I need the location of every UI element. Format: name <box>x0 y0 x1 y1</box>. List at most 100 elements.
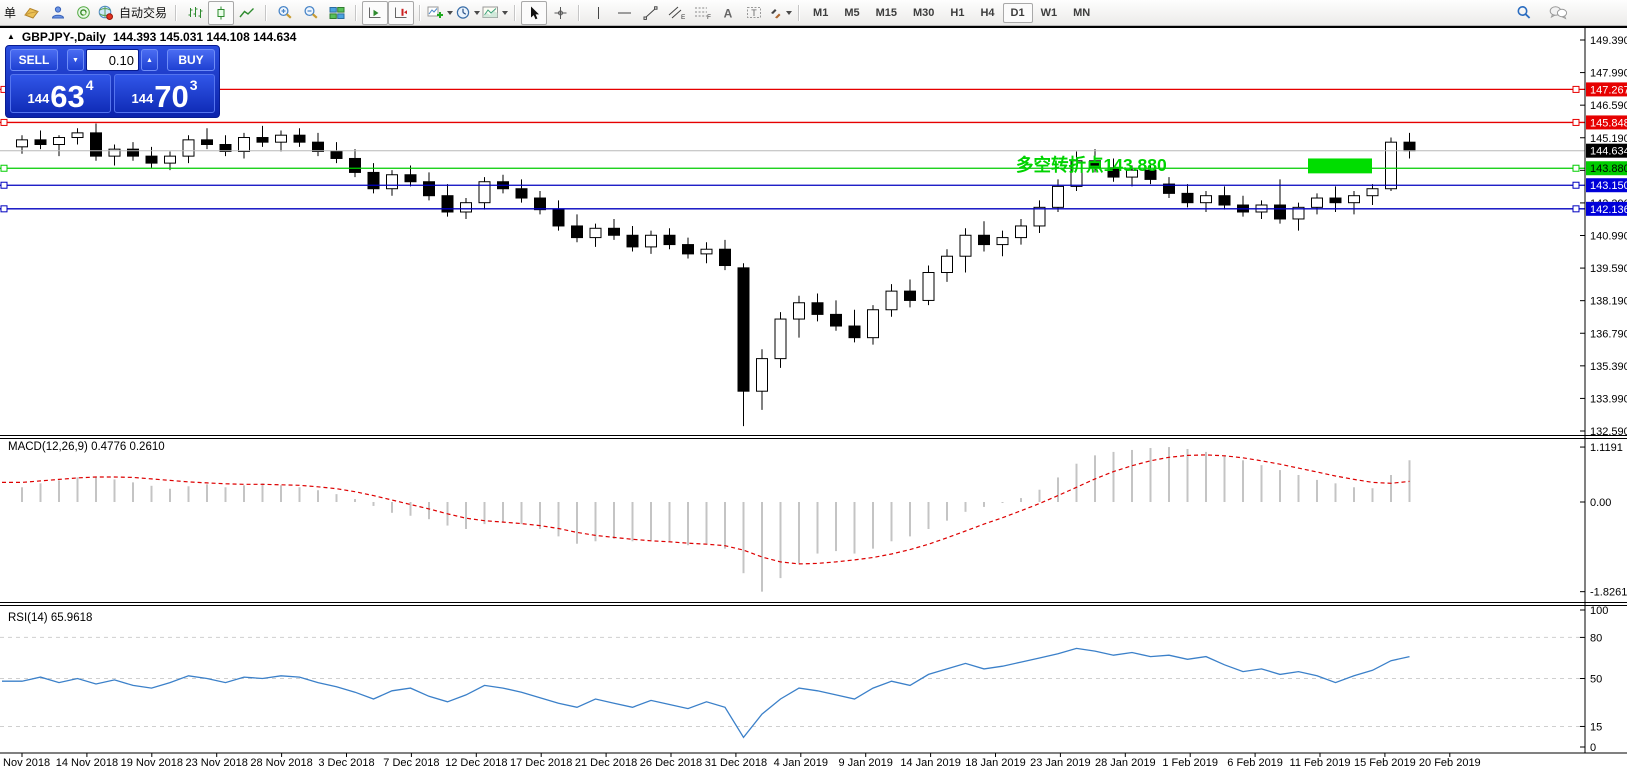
toolbar-separator <box>265 5 267 21</box>
sell-price-prefix: 144 <box>28 91 50 106</box>
highlight-zone-box[interactable] <box>1308 158 1372 173</box>
text-button[interactable]: A <box>715 1 741 25</box>
line-chart-icon <box>239 6 255 20</box>
svg-text:143.150: 143.150 <box>1590 180 1627 192</box>
svg-text:19 Nov 2018: 19 Nov 2018 <box>121 757 183 769</box>
order-menu-label[interactable]: 单 <box>4 4 16 21</box>
chart-area[interactable]: 149.390147.990146.590145.190143.790142.3… <box>0 0 1627 771</box>
svg-text:T: T <box>751 8 757 18</box>
auto-trading-button[interactable]: 自动交易 <box>96 1 170 25</box>
periods-button[interactable] <box>454 1 481 25</box>
svg-text:-1.8261: -1.8261 <box>1590 587 1627 599</box>
candlestick-chart-icon <box>213 6 229 20</box>
svg-text:144.634: 144.634 <box>1590 146 1627 158</box>
buy-price-tile[interactable]: 144 70 3 <box>114 74 215 113</box>
cursor-button[interactable] <box>521 1 547 25</box>
svg-text:146.590: 146.590 <box>1590 100 1627 112</box>
buy-price-prefix: 144 <box>132 91 154 106</box>
collapse-triangle-icon[interactable]: ▲ <box>7 32 15 41</box>
ohlc-values: 144.393 145.031 144.108 144.634 <box>113 30 297 44</box>
arrows-icon <box>768 6 783 20</box>
svg-text:28 Nov 2018: 28 Nov 2018 <box>250 757 312 769</box>
horizontal-line-button[interactable] <box>611 1 637 25</box>
timeframe-h4-button[interactable]: H4 <box>972 3 1002 23</box>
svg-text:147.990: 147.990 <box>1590 68 1627 80</box>
search-button[interactable] <box>1511 1 1537 25</box>
sell-price-tile[interactable]: 144 63 4 <box>10 74 111 113</box>
buy-button[interactable]: BUY <box>167 49 215 71</box>
equidistant-channel-icon: E <box>668 5 685 20</box>
svg-text:15: 15 <box>1590 721 1602 733</box>
svg-text:31 Dec 2018: 31 Dec 2018 <box>705 757 767 769</box>
rsi-indicator-label: RSI(14) 65.9618 <box>8 612 92 624</box>
sell-button[interactable]: SELL <box>10 49 58 71</box>
svg-text:23 Nov 2018: 23 Nov 2018 <box>186 757 248 769</box>
indicators-button[interactable] <box>426 1 454 25</box>
vertical-line-button[interactable] <box>585 1 611 25</box>
svg-text:23 Jan 2019: 23 Jan 2019 <box>1030 757 1091 769</box>
chart-shift-button[interactable] <box>388 1 414 25</box>
zoom-in-button[interactable] <box>272 1 298 25</box>
volume-increase-button[interactable]: ▲ <box>141 49 158 71</box>
timeframe-m5-button[interactable]: M5 <box>836 3 867 23</box>
volume-decrease-button[interactable]: ▼ <box>67 49 84 71</box>
toolbar-separator <box>419 5 421 21</box>
arrows-button[interactable] <box>767 1 793 25</box>
crosshair-icon <box>553 6 568 20</box>
new-order-button[interactable] <box>18 1 44 25</box>
candlestick-chart-button[interactable] <box>208 1 234 25</box>
text-label-button[interactable]: T <box>741 1 767 25</box>
svg-text:139.590: 139.590 <box>1590 263 1627 275</box>
volume-input[interactable] <box>86 49 139 71</box>
svg-text:1 Feb 2019: 1 Feb 2019 <box>1162 757 1218 769</box>
auto-scroll-icon <box>367 6 383 20</box>
svg-text:142.136: 142.136 <box>1590 204 1627 216</box>
line-chart-button[interactable] <box>234 1 260 25</box>
toolbar-separator <box>175 5 177 21</box>
templates-button[interactable] <box>481 1 509 25</box>
auto-trading-icon <box>97 5 115 21</box>
cursor-icon <box>527 6 541 20</box>
crosshair-button[interactable] <box>547 1 573 25</box>
fibonacci-icon: F <box>694 5 711 20</box>
svg-text:145.190: 145.190 <box>1590 133 1627 145</box>
svg-text:20 Feb 2019: 20 Feb 2019 <box>1419 757 1481 769</box>
new-order-icon <box>23 5 40 20</box>
svg-text:143.880: 143.880 <box>1590 163 1627 175</box>
timeframe-m1-button[interactable]: M1 <box>805 3 836 23</box>
tile-windows-button[interactable] <box>324 1 350 25</box>
timeframe-w1-button[interactable]: W1 <box>1033 3 1066 23</box>
svg-text:133.990: 133.990 <box>1590 393 1627 405</box>
svg-text:140.990: 140.990 <box>1590 231 1627 243</box>
timeframe-m15-button[interactable]: M15 <box>868 3 905 23</box>
toolbar-separator <box>355 5 357 21</box>
profile-icon <box>49 5 66 20</box>
fibonacci-button[interactable]: F <box>689 1 715 25</box>
svg-text:0.00: 0.00 <box>1590 497 1611 509</box>
bar-chart-button[interactable] <box>182 1 208 25</box>
timeframe-m30-button[interactable]: M30 <box>905 3 942 23</box>
zoom-out-button[interactable] <box>298 1 324 25</box>
profile-button[interactable] <box>44 1 70 25</box>
trendline-button[interactable] <box>637 1 663 25</box>
svg-text:1.1191: 1.1191 <box>1590 442 1623 454</box>
text-label-icon: T <box>746 5 762 20</box>
chart-title: ▲ GBPJPY-,Daily 144.393 145.031 144.108 … <box>7 30 296 44</box>
svg-text:11 Feb 2019: 11 Feb 2019 <box>1290 757 1351 769</box>
svg-text:138.190: 138.190 <box>1590 296 1627 308</box>
svg-text:147.267: 147.267 <box>1590 84 1627 96</box>
svg-text:14 Jan 2019: 14 Jan 2019 <box>900 757 961 769</box>
pivot-annotation-text[interactable]: 多空转折点143.880 <box>1016 155 1167 175</box>
chat-button[interactable] <box>1545 1 1571 25</box>
equidistant-channel-button[interactable]: E <box>663 1 689 25</box>
buy-price-big: 70 <box>154 83 188 110</box>
svg-text:21 Dec 2018: 21 Dec 2018 <box>575 757 637 769</box>
svg-text:0: 0 <box>1590 742 1596 754</box>
data-window-button[interactable] <box>70 1 96 25</box>
auto-scroll-button[interactable] <box>362 1 388 25</box>
chart-shift-icon <box>393 6 409 20</box>
symbol-period-label: GBPJPY-,Daily <box>22 30 106 44</box>
timeframe-d1-button[interactable]: D1 <box>1003 3 1033 23</box>
timeframe-mn-button[interactable]: MN <box>1065 3 1098 23</box>
timeframe-h1-button[interactable]: H1 <box>942 3 972 23</box>
